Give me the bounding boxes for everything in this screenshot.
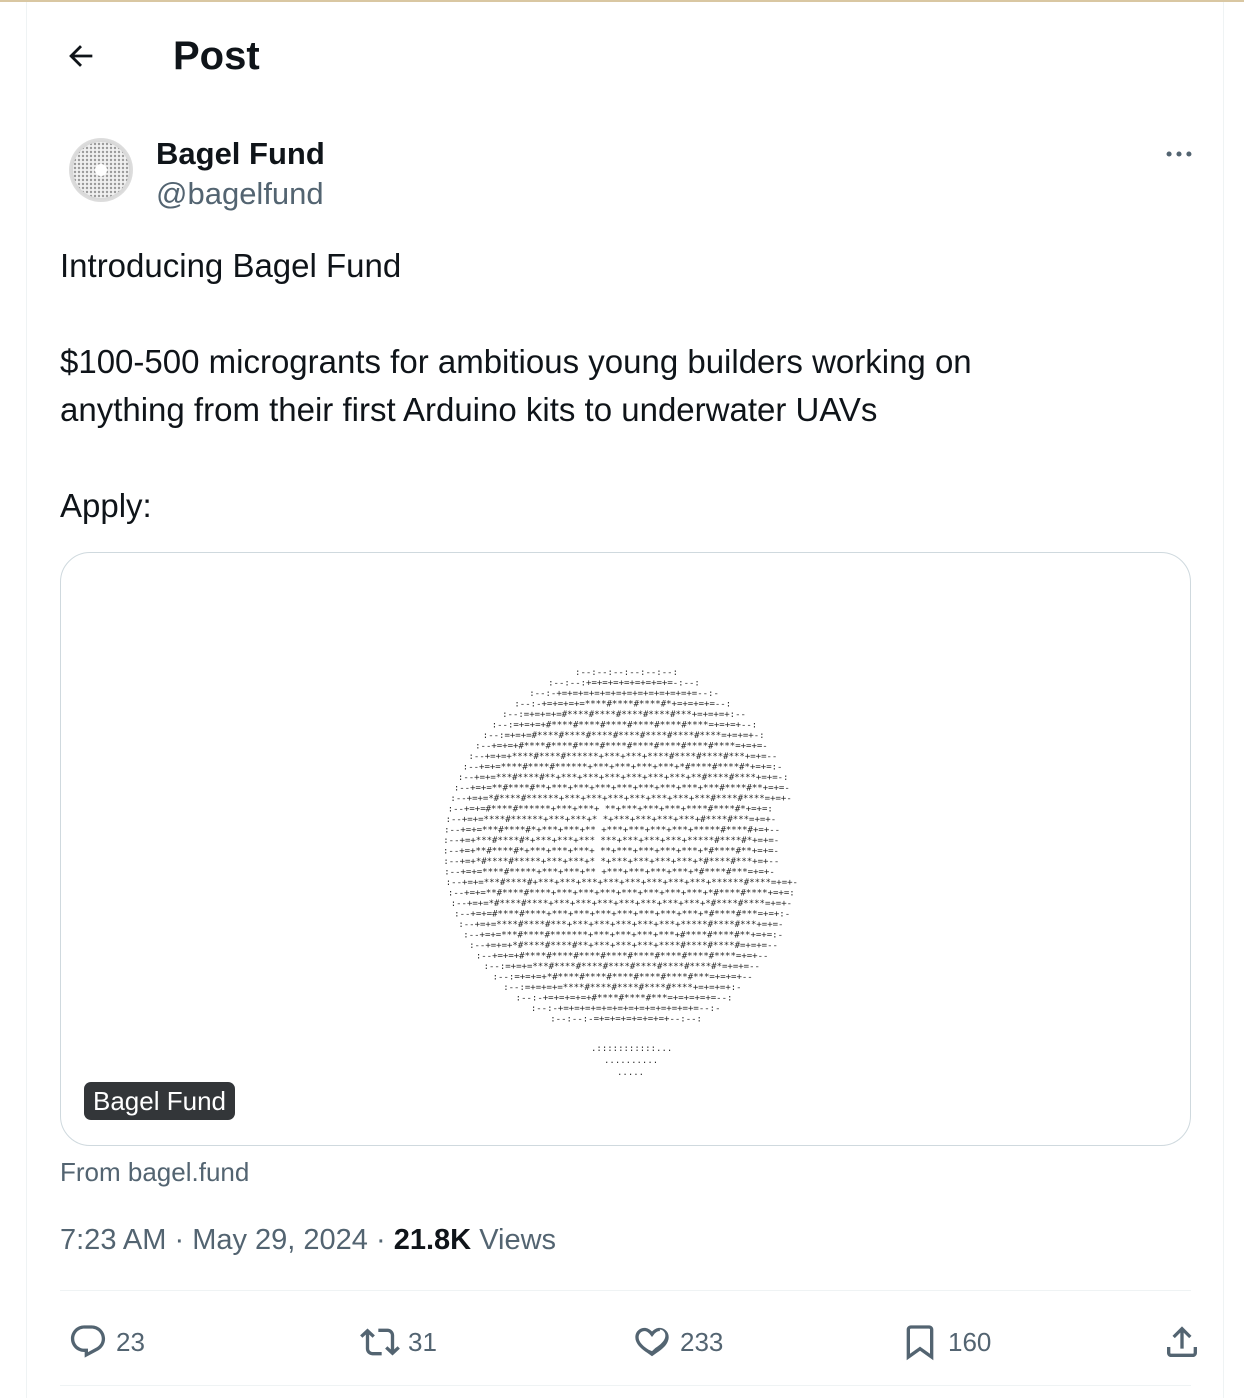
back-button[interactable] — [57, 32, 105, 80]
divider — [60, 1290, 1191, 1291]
post-meta: 7:23 AM · May 29, 2024 · 21.8K Views — [60, 1222, 556, 1258]
post-date[interactable]: May 29, 2024 — [192, 1224, 368, 1256]
ascii-row: :--:=+=+=#****#****#****#****#****#****#… — [483, 731, 765, 741]
ascii-row: :--+=+=***#****#+***+***+***+***+***+***… — [446, 878, 798, 888]
share-button[interactable] — [1162, 1312, 1202, 1372]
back-arrow-icon — [69, 45, 93, 67]
meta-separator: · — [376, 1224, 386, 1256]
ascii-row: :--:-+=+=+=+=+=+=+=+=+=+=+=+=+=--:- — [531, 1004, 721, 1014]
ascii-row: :--+=+=***#****#**+***+***+***+***+***+*… — [458, 773, 789, 783]
ascii-row: :--+=+=#****#******+***+***+ **+***+***+… — [448, 805, 773, 815]
bookmark-button[interactable]: 160 — [900, 1312, 991, 1372]
ascii-row: :--:--:+=+=+=+=+=+=+=+=-:--: — [548, 679, 700, 689]
ascii-row: :--+=+=****#*****+***+***+** +***+***+**… — [444, 868, 775, 878]
avatar[interactable] — [69, 138, 133, 202]
tweet-line: Introducing Bagel Fund — [60, 247, 402, 284]
meta-separator: · — [174, 1224, 185, 1256]
ascii-row: :--+=+=****#****#***+***+***+***+***+***… — [458, 920, 783, 930]
more-button[interactable] — [1155, 134, 1203, 174]
repost-count: 31 — [408, 1326, 437, 1357]
ascii-row: :--:--:--:--:--:--: — [575, 668, 678, 678]
tweet-line: Apply: — [60, 487, 152, 524]
ascii-bagel-image: :--:--:--:--:--:--::--:--:+=+=+=+=+=+=+=… — [441, 653, 817, 1083]
like-count: 233 — [680, 1326, 724, 1357]
like-icon — [635, 1327, 669, 1357]
tweet-line: $100-500 microgrants for ambitious young… — [60, 343, 972, 380]
divider — [60, 1385, 1191, 1386]
ascii-row: :--+=+=***#****#*+***+***+** +***+***+**… — [444, 826, 780, 836]
post-time[interactable]: 7:23 AM — [60, 1224, 166, 1256]
author-name[interactable]: Bagel Fund — [156, 136, 325, 172]
avatar-image-icon — [73, 142, 129, 198]
page-title: Post — [173, 34, 260, 78]
header: Post — [27, 2, 1223, 108]
tweet-line: anything from their first Arduino kits t… — [60, 391, 878, 428]
card-badge: Bagel Fund — [84, 1082, 235, 1120]
author-row: Bagel Fund @bagelfund — [27, 128, 1223, 218]
author-handle[interactable]: @bagelfund — [156, 176, 324, 212]
ascii-row: :--:-+=+=+=+=****#****#****#*+=+=+=+=--: — [514, 700, 731, 710]
bookmark-icon — [906, 1325, 934, 1361]
tweet-text: Introducing Bagel Fund $100-500 microgra… — [60, 242, 1180, 530]
link-card[interactable]: :--:--:--:--:--:--::--:--:+=+=+=+=+=+=+=… — [60, 552, 1191, 1146]
ascii-row: :--+=+***#****#*+***+***+*** ***+***+***… — [443, 836, 779, 846]
post-column: Post Bagel Fund @bagelfund Introducing B… — [26, 2, 1224, 1398]
repost-button[interactable]: 31 — [360, 1312, 437, 1372]
ascii-row: :--:-+=+=+=+=+=+=+=+=+=+=+=+=+=--:- — [529, 689, 719, 699]
reply-count: 23 — [116, 1326, 145, 1357]
ascii-row: :--:=+=+=***#****#****#****#****#****#**… — [484, 962, 760, 972]
more-icon — [1166, 151, 1192, 157]
ascii-art-graphic: :--:--:--:--:--:--::--:--:+=+=+=+=+=+=+=… — [443, 668, 798, 1078]
action-bar: 23 31 233 160 — [60, 1312, 1197, 1372]
ascii-row: :--:-+=+=+=+=+#****#****#***=+=+=+=+=--: — [516, 994, 733, 1004]
card-source-link[interactable]: From bagel.fund — [60, 1156, 249, 1188]
ascii-row: :--+=+=+#****#****#****#****#****#****#*… — [476, 952, 769, 962]
ascii-row: :--+=+=**#****#****+***+***+***+***+***+… — [448, 889, 795, 899]
ascii-row: :--:=+=+=+*#****#****#****#****#****#***… — [493, 973, 753, 983]
ascii-row: :--+=+=****#****#******+***+***+***+***+… — [463, 763, 783, 773]
ascii-row: :--+=+=#****#****+***+***+***+***+***+**… — [454, 910, 790, 920]
ascii-row: :--:=+=+=+=****#****#****#****#****+=+=+… — [503, 983, 741, 993]
ascii-row: :--+=+*#****#*****+***+***+* *+***+***+*… — [443, 857, 779, 867]
ascii-row: :--+=+=*#****#******+***+***+***+***+***… — [450, 794, 791, 804]
ascii-row: ..... — [617, 1068, 644, 1078]
ascii-row: :--:=+=+=+=#****#****#****#****#***+=+=+… — [502, 710, 746, 720]
ascii-row: :--+=+=**#****#**+***+***+***+***+***+**… — [454, 784, 790, 794]
reply-icon — [70, 1325, 106, 1358]
bookmark-count: 160 — [948, 1326, 992, 1357]
ascii-row: :--+=+=+*#****#****#**+***+***+***+****#… — [469, 941, 778, 951]
ascii-row: :--+=+=+#****#****#****#****#****#****#*… — [475, 742, 768, 752]
like-button[interactable]: 233 — [632, 1312, 723, 1372]
views-label: Views — [479, 1224, 557, 1256]
ascii-row: :--+=+**#****#*+***+***+***+ **+***+***+… — [443, 847, 779, 857]
ascii-row: :--+=+=*#****#****+***+***+***+***+***+*… — [451, 899, 792, 909]
ascii-row: :--:=+=+=+#****#****#****#****#****#****… — [492, 721, 758, 731]
share-icon — [1167, 1326, 1197, 1357]
views-count: 21.8K — [393, 1224, 472, 1256]
ascii-row: :--+=+=+****#****#******+***+***+****#**… — [469, 752, 778, 762]
ascii-row: .:::::::::::... — [591, 1044, 672, 1054]
ascii-row: :--+=+=***#****#*******+***+***+***+***+… — [463, 931, 783, 941]
ascii-row: :--:--:-=+=+=+=+=+=+=+--:--: — [550, 1015, 702, 1025]
repost-icon — [360, 1328, 400, 1356]
ascii-row: .......... — [604, 1056, 658, 1066]
reply-button[interactable]: 23 — [68, 1312, 145, 1372]
ascii-row: :--+=+=****#******+***+***+* *+***+***+*… — [446, 815, 777, 825]
